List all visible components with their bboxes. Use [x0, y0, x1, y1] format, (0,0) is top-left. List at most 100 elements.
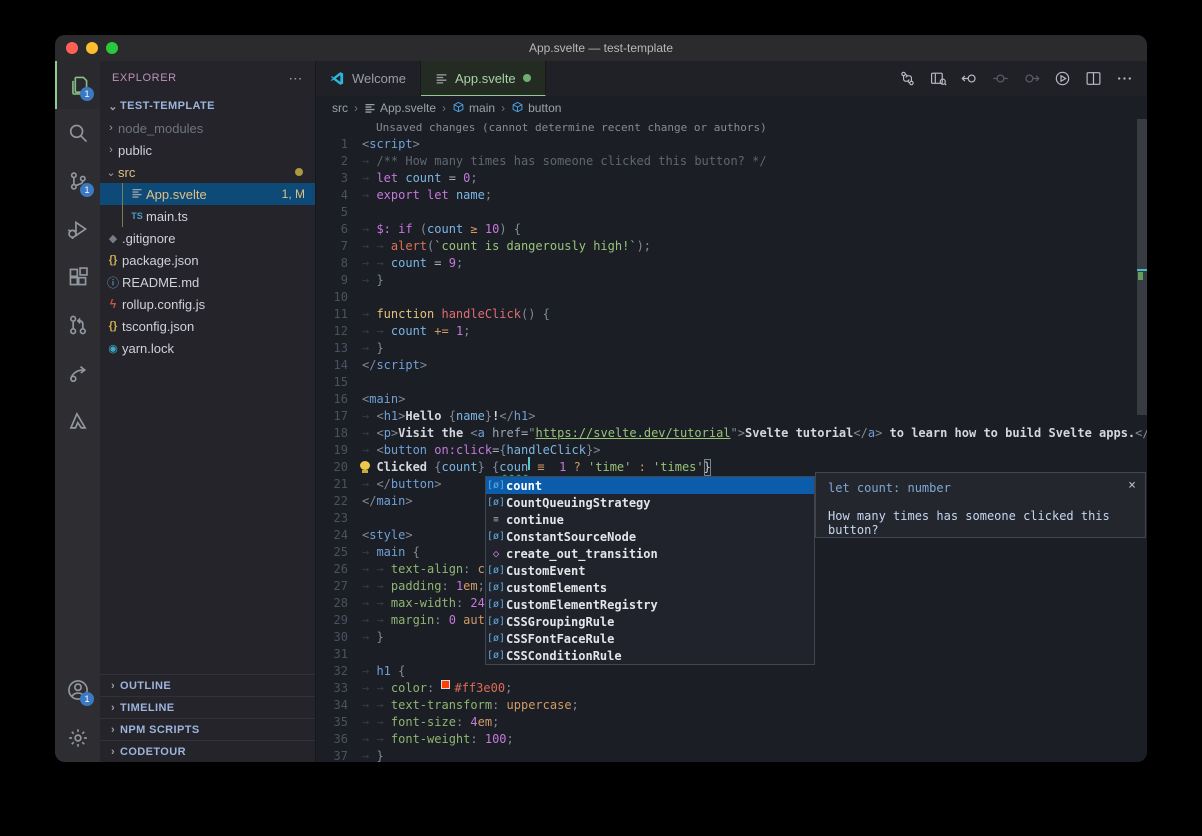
breadcrumb-item-main[interactable]: main: [452, 101, 495, 115]
git-compare-icon[interactable]: [899, 70, 916, 87]
breadcrumb-item-app-svelte[interactable]: App.svelte: [364, 101, 436, 115]
code-token: button: [391, 476, 434, 493]
code-token: </: [1135, 425, 1147, 442]
code-token: }: [376, 629, 383, 646]
lightbulb-icon[interactable]: [360, 461, 370, 473]
code-line-12[interactable]: 12→ → count += 1;: [316, 323, 1147, 340]
code-line-4[interactable]: 4→ export let name;: [316, 187, 1147, 204]
suggestion-create_out_transition[interactable]: ◇create_out_transition: [486, 545, 814, 562]
activity-github-pull-request-icon[interactable]: [55, 301, 100, 349]
activity-files-icon[interactable]: 1: [55, 61, 100, 109]
activity-run-debug-icon[interactable]: [55, 205, 100, 253]
overview-ruler-cursor-marker: [1137, 269, 1147, 271]
explorer-more-actions-icon[interactable]: ⋯: [288, 70, 303, 87]
suggestion-countqueuingstrategy[interactable]: [ø]CountQueuingStrategy: [486, 494, 814, 511]
code-line-35[interactable]: 35→ → font-size: 4em;: [316, 714, 1147, 731]
code-line-7[interactable]: 7→ → alert(`count is dangerously high!`)…: [316, 238, 1147, 255]
code-line-11[interactable]: 11→ function handleClick() {: [316, 306, 1147, 323]
explorer-item-public[interactable]: ›public: [100, 139, 315, 161]
open-preview-icon[interactable]: [930, 70, 947, 87]
sidebar-section-npm-scripts[interactable]: ›NPM SCRIPTS: [100, 718, 315, 740]
explorer-item-main-ts[interactable]: TSmain.ts: [100, 205, 315, 227]
activity-search-icon[interactable]: [55, 109, 100, 157]
code-line-37[interactable]: 37→ }: [316, 748, 1147, 762]
code-line-18[interactable]: 18→ <p>Visit the <a href="https://svelte…: [316, 425, 1147, 442]
editor-scrollbar[interactable]: [1137, 119, 1147, 415]
zoom-window-button[interactable]: [106, 42, 118, 54]
minimize-window-button[interactable]: [86, 42, 98, 54]
svelte-file-icon: [128, 187, 146, 202]
code-token: to learn how to build Svelte apps.: [882, 425, 1135, 442]
code-line-10[interactable]: 10: [316, 289, 1147, 306]
modified-dot-icon: [523, 74, 531, 82]
suggestion-customevent[interactable]: [ø]CustomEvent: [486, 562, 814, 579]
code-line-14[interactable]: 14</script>: [316, 357, 1147, 374]
code-line-15[interactable]: 15: [316, 374, 1147, 391]
code-editor[interactable]: Unsaved changes (cannot determine recent…: [316, 119, 1147, 762]
suggestion-constantsourcenode[interactable]: [ø]ConstantSourceNode: [486, 528, 814, 545]
code-line-8[interactable]: 8→ → count = 9;: [316, 255, 1147, 272]
sidebar-section-codetour[interactable]: ›CODETOUR: [100, 740, 315, 762]
code-line-16[interactable]: 16<main>: [316, 391, 1147, 408]
code-token: 1: [456, 578, 463, 595]
explorer-item-tsconfig-json[interactable]: {}tsconfig.json: [100, 315, 315, 337]
explorer-item-package-json[interactable]: {}package.json: [100, 249, 315, 271]
suggestion-cssfontfacerule[interactable]: [ø]CSSFontFaceRule: [486, 630, 814, 647]
code-line-5[interactable]: 5: [316, 204, 1147, 221]
suggestion-count[interactable]: [ø]count: [486, 477, 814, 494]
code-token: ≥: [470, 221, 484, 238]
ts-file-icon: TS: [128, 210, 146, 222]
code-line-19[interactable]: 19→ <button on:click={handleClick}>: [316, 442, 1147, 459]
suggestion-cssgroupingrule[interactable]: [ø]CSSGroupingRule: [486, 613, 814, 630]
nav-forward-icon[interactable]: [1023, 70, 1040, 87]
close-window-button[interactable]: [66, 42, 78, 54]
close-icon[interactable]: ×: [1128, 478, 1136, 493]
run-circle-icon[interactable]: [1054, 70, 1071, 87]
tab-app-svelte[interactable]: App.svelte: [421, 61, 546, 96]
explorer-item-yarn-lock[interactable]: ◉yarn.lock: [100, 337, 315, 359]
explorer-root-folder[interactable]: ⌄ TEST-TEMPLATE: [100, 95, 315, 117]
activity-azure-icon[interactable]: [55, 397, 100, 445]
sidebar-section-timeline[interactable]: ›TIMELINE: [100, 696, 315, 718]
code-token: </: [376, 476, 390, 493]
code-token: count: [441, 459, 477, 476]
explorer-item--gitignore[interactable]: ◆.gitignore: [100, 227, 315, 249]
more-actions-icon[interactable]: [1116, 70, 1133, 87]
code-line-1[interactable]: 1<script>: [316, 136, 1147, 153]
breadcrumb-item-src[interactable]: src: [332, 101, 348, 115]
suggestion-customelementregistry[interactable]: [ø]CustomElementRegistry: [486, 596, 814, 613]
tab-welcome[interactable]: Welcome: [316, 61, 421, 96]
nav-back-icon[interactable]: [961, 70, 978, 87]
breadcrumb-item-button[interactable]: button: [511, 101, 561, 115]
codelens-unsaved-changes[interactable]: Unsaved changes (cannot determine recent…: [316, 119, 1147, 136]
suggestion-cssconditionrule[interactable]: [ø]CSSConditionRule: [486, 647, 814, 664]
activity-settings-gear-icon[interactable]: [55, 714, 100, 762]
split-editor-icon[interactable]: [1085, 70, 1102, 87]
explorer-item-rollup-config-js[interactable]: ϟrollup.config.js: [100, 293, 315, 315]
activity-live-share-icon[interactable]: [55, 349, 100, 397]
code-line-6[interactable]: 6→ $: if (count ≥ 10) {: [316, 221, 1147, 238]
code-line-9[interactable]: 9→ }: [316, 272, 1147, 289]
code-token: =: [449, 170, 463, 187]
explorer-item-readme-md[interactable]: ⓘREADME.md: [100, 271, 315, 293]
activity-extensions-icon[interactable]: [55, 253, 100, 301]
activity-account-icon[interactable]: 1: [55, 666, 100, 714]
code-line-2[interactable]: 2→ /** How many times has someone clicke…: [316, 153, 1147, 170]
explorer-item-node-modules[interactable]: ›node_modules: [100, 117, 315, 139]
breadcrumb-separator: ›: [501, 101, 505, 115]
code-line-34[interactable]: 34→ → text-transform: uppercase;: [316, 697, 1147, 714]
code-line-36[interactable]: 36→ → font-weight: 100;: [316, 731, 1147, 748]
code-line-17[interactable]: 17→ <h1>Hello {name}!</h1>: [316, 408, 1147, 425]
title-bar[interactable]: App.svelte — test-template: [55, 35, 1147, 61]
code-line-3[interactable]: 3→ let count = 0;: [316, 170, 1147, 187]
code-line-13[interactable]: 13→ }: [316, 340, 1147, 357]
suggestion-customelements[interactable]: [ø]customElements: [486, 579, 814, 596]
code-line-33[interactable]: 33→ → color: #ff3e00;: [316, 680, 1147, 697]
suggestion-continue[interactable]: ≡continue: [486, 511, 814, 528]
sidebar-section-outline[interactable]: ›OUTLINE: [100, 674, 315, 696]
code-line-32[interactable]: 32→ h1 {: [316, 663, 1147, 680]
explorer-item-src[interactable]: ⌄src: [100, 161, 315, 183]
nav-circle-icon[interactable]: [992, 70, 1009, 87]
explorer-item-app-svelte[interactable]: App.svelte1, M: [100, 183, 315, 205]
activity-source-control-icon[interactable]: 1: [55, 157, 100, 205]
